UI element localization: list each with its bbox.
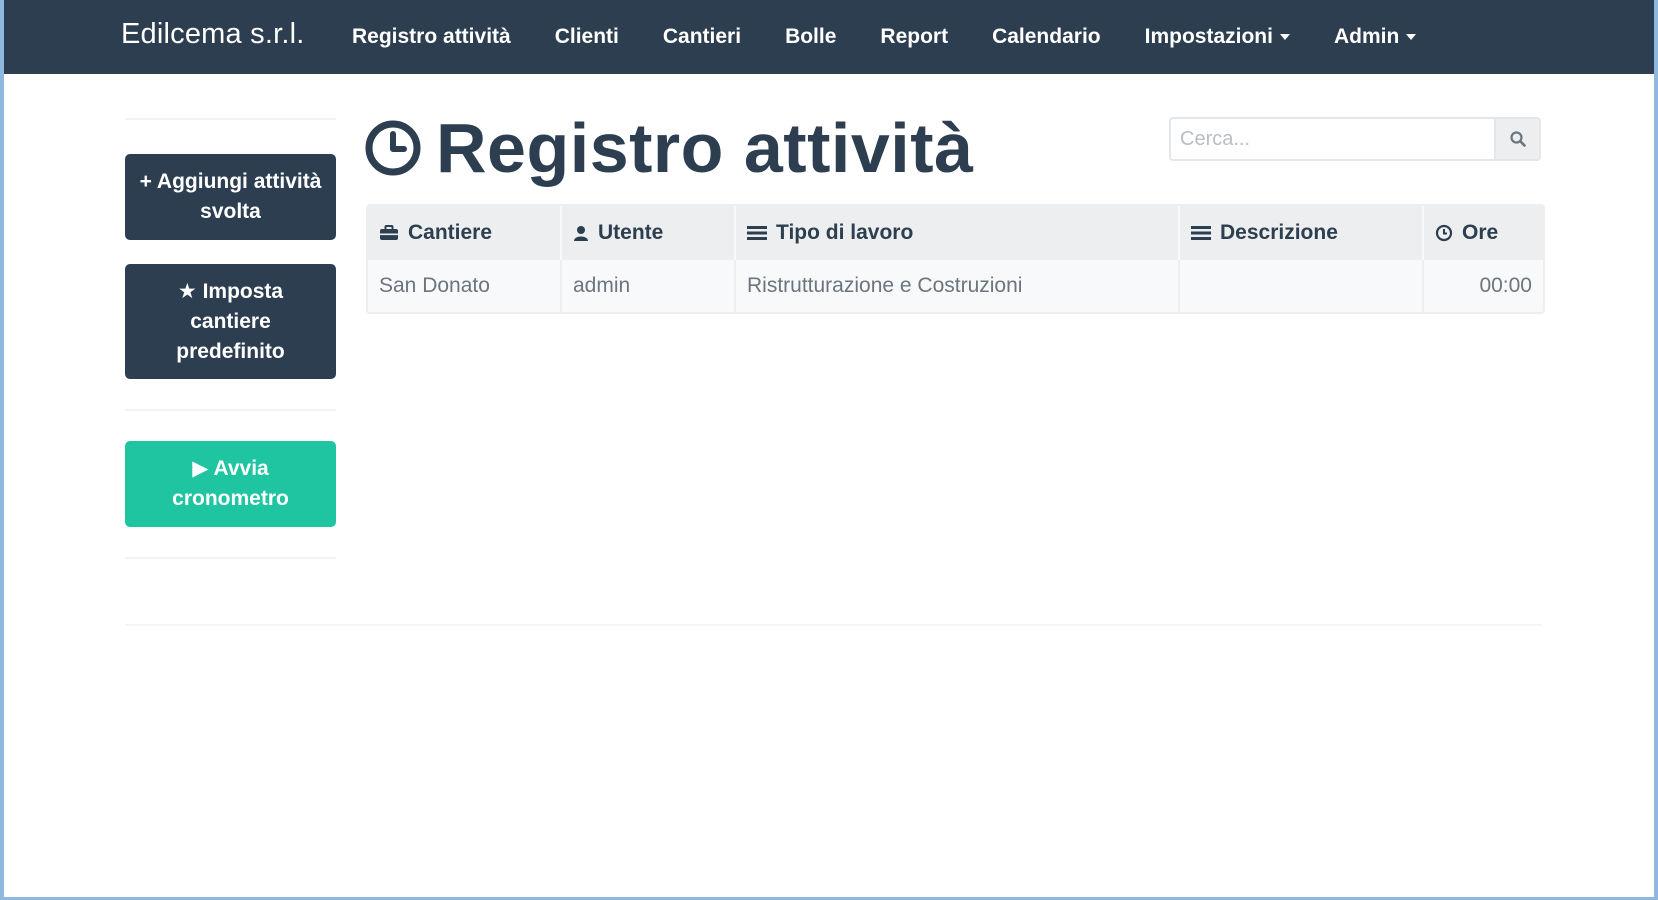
column-header-tipo-lavoro[interactable]: Tipo di lavoro bbox=[735, 206, 1180, 260]
nav-item-admin[interactable]: Admin bbox=[1333, 25, 1417, 49]
nav-item-label: Bolle bbox=[785, 25, 837, 48]
nav-item-label: Calendario bbox=[992, 25, 1101, 48]
table-row[interactable]: San Donato admin Ristrutturazione e Cost… bbox=[368, 260, 1543, 312]
nav-item-label: Registro attività bbox=[352, 25, 511, 48]
activity-table-grid: Cantiere Utente Tipo di lavoro Descrizio… bbox=[368, 206, 1543, 312]
set-default-site-button[interactable]: ★ Imposta cantiere predefinito bbox=[125, 264, 336, 379]
cell-cantiere: San Donato bbox=[368, 260, 562, 312]
column-header-cantiere[interactable]: Cantiere bbox=[368, 206, 562, 260]
list-icon bbox=[1191, 225, 1211, 241]
activity-table: Cantiere Utente Tipo di lavoro Descrizio… bbox=[366, 204, 1545, 314]
nav-item-calendario[interactable]: Calendario bbox=[992, 25, 1101, 49]
cell-descrizione bbox=[1179, 260, 1424, 312]
content-divider bbox=[125, 624, 1541, 626]
clock-icon bbox=[365, 120, 421, 176]
nav-item-label: Report bbox=[880, 25, 949, 48]
clock-icon bbox=[1435, 224, 1453, 242]
nav-menu: Registro attività Clienti Cantieri Bolle… bbox=[352, 0, 1460, 74]
search-input[interactable] bbox=[1169, 117, 1494, 161]
column-header-label: Utente bbox=[598, 221, 664, 244]
brand-name[interactable]: Edilcema s.r.l. bbox=[121, 18, 305, 51]
caret-down-icon bbox=[1406, 34, 1417, 40]
column-header-label: Cantiere bbox=[408, 221, 493, 244]
column-header-descrizione[interactable]: Descrizione bbox=[1179, 206, 1424, 260]
table-header-row: Cantiere Utente Tipo di lavoro Descrizio… bbox=[368, 206, 1543, 260]
page-header: Registro attività bbox=[364, 108, 974, 188]
column-header-label: Ore bbox=[1462, 221, 1499, 244]
search-icon bbox=[1509, 131, 1526, 147]
list-icon bbox=[747, 225, 767, 241]
column-header-ore[interactable]: Ore bbox=[1423, 206, 1543, 260]
nav-item-clienti[interactable]: Clienti bbox=[555, 25, 619, 49]
user-icon bbox=[573, 225, 589, 241]
caret-down-icon bbox=[1279, 34, 1290, 40]
cell-ore: 00:00 bbox=[1423, 260, 1543, 312]
top-navbar: Edilcema s.r.l. Registro attività Client… bbox=[4, 0, 1654, 74]
sidebar: + Aggiungi attività svolta ★ Imposta can… bbox=[125, 118, 336, 559]
nav-item-impostazioni[interactable]: Impostazioni bbox=[1145, 25, 1290, 49]
start-timer-button[interactable]: ▶ Avvia cronometro bbox=[125, 441, 336, 527]
add-activity-button[interactable]: + Aggiungi attività svolta bbox=[125, 154, 336, 240]
nav-item-cantieri[interactable]: Cantieri bbox=[663, 25, 741, 49]
column-header-label: Tipo di lavoro bbox=[776, 221, 914, 244]
search-bar bbox=[1169, 117, 1541, 161]
column-header-label: Descrizione bbox=[1220, 221, 1338, 244]
cell-utente: admin bbox=[561, 260, 736, 312]
nav-item-label: Impostazioni bbox=[1144, 25, 1273, 48]
sidebar-divider bbox=[125, 557, 336, 559]
search-button[interactable] bbox=[1494, 117, 1541, 161]
page-title: Registro attività bbox=[436, 109, 974, 187]
cell-tipo-lavoro: Ristrutturazione e Costruzioni bbox=[735, 260, 1180, 312]
nav-item-registro-attivita[interactable]: Registro attività bbox=[352, 25, 511, 49]
column-header-utente[interactable]: Utente bbox=[561, 206, 736, 260]
nav-item-bolle[interactable]: Bolle bbox=[785, 25, 836, 49]
nav-item-label: Cantieri bbox=[662, 25, 742, 48]
nav-item-label: Clienti bbox=[554, 25, 619, 48]
briefcase-icon bbox=[379, 225, 399, 241]
app-window: Edilcema s.r.l. Registro attività Client… bbox=[0, 0, 1658, 900]
nav-item-label: Admin bbox=[1333, 25, 1400, 48]
nav-item-report[interactable]: Report bbox=[880, 25, 948, 49]
